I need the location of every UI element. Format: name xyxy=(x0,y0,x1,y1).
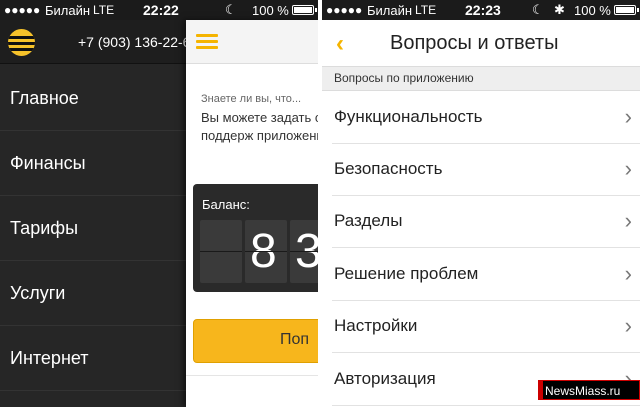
bluetooth-icon: ✱ xyxy=(554,2,565,17)
faq-item-label: Настройки xyxy=(334,316,418,335)
carrier-label: Билайн xyxy=(367,3,413,18)
faq-item-label: Безопасность xyxy=(334,159,443,178)
sidebar-item-main[interactable]: Главное xyxy=(0,66,186,131)
faq-item-label: Авторизация xyxy=(334,369,436,388)
sidebar: +7 (903) 136-22-6 Главное Финансы Тарифы… xyxy=(0,20,318,407)
main-content-panel: Знаете ли вы, что... Вы можете задать сл… xyxy=(186,20,318,407)
network-label: LTE xyxy=(93,3,115,17)
right-screen: ●●●●● Билайн LTE 22:23 ☾ ✱ 100 % ‹ Вопро… xyxy=(322,0,640,407)
sidebar-item-tariffs[interactable]: Тарифы xyxy=(0,196,186,261)
carrier-label: Билайн xyxy=(45,3,91,18)
watermark: NewsMiass.ru xyxy=(538,380,640,400)
balance-digit xyxy=(200,220,242,283)
moon-icon: ☾ xyxy=(532,2,544,17)
beeline-logo-icon xyxy=(8,29,35,56)
faq-item-sections[interactable]: Разделы › xyxy=(322,196,640,248)
back-chevron-icon[interactable]: ‹ xyxy=(336,30,344,58)
moon-icon: ☾ xyxy=(225,2,237,17)
section-header-label: Вопросы по приложению xyxy=(334,71,474,85)
balance-digit: 8 xyxy=(245,220,287,283)
top-up-button-label: Поп xyxy=(280,331,310,348)
section-header: Вопросы по приложению xyxy=(322,66,640,91)
watermark-label: NewsMiass.ru xyxy=(545,384,621,398)
sidebar-item-finance[interactable]: Финансы xyxy=(0,131,186,196)
balance-card[interactable]: Баланс: 8 3 xyxy=(193,184,318,292)
sidebar-item-services[interactable]: Услуги xyxy=(0,261,186,326)
battery-icon xyxy=(614,5,639,15)
hint-title: Знаете ли вы, что... xyxy=(201,93,302,105)
status-bar: ●●●●● Билайн LTE 22:22 ☾ 100 % xyxy=(0,0,318,20)
left-screen: ●●●●● Билайн LTE 22:22 ☾ 100 % +7 (903) … xyxy=(0,0,318,407)
battery-label: 100 % xyxy=(252,3,289,18)
faq-item-troubleshooting[interactable]: Решение проблем › xyxy=(322,249,640,301)
network-label: LTE xyxy=(415,3,437,17)
sidebar-item-label: Финансы xyxy=(10,153,86,173)
sidebar-item-label: Главное xyxy=(10,88,79,108)
status-time: 22:23 xyxy=(465,2,501,18)
phone-number: +7 (903) 136-22-6 xyxy=(78,34,191,50)
chevron-right-icon: › xyxy=(624,208,632,233)
faq-item-label: Разделы xyxy=(334,211,403,230)
status-bar: ●●●●● Билайн LTE 22:23 ☾ ✱ 100 % xyxy=(322,0,640,20)
signal-icon: ●●●●● xyxy=(4,3,41,17)
faq-item-settings[interactable]: Настройки › xyxy=(322,301,640,353)
faq-item-label: Решение проблем xyxy=(334,264,479,283)
faq-item-label: Функциональность xyxy=(334,107,483,126)
sidebar-item-label: Услуги xyxy=(10,283,66,303)
sidebar-item-internet[interactable]: Интернет xyxy=(0,326,186,391)
chevron-right-icon: › xyxy=(624,156,632,181)
battery-label: 100 % xyxy=(574,3,611,18)
balance-digit: 3 xyxy=(290,220,318,283)
page-title: Вопросы и ответы xyxy=(390,32,559,54)
faq-item-security[interactable]: Безопасность › xyxy=(322,144,640,196)
sidebar-item-label: Интернет xyxy=(10,348,89,368)
status-time: 22:22 xyxy=(143,2,179,18)
chevron-right-icon: › xyxy=(624,104,632,129)
signal-icon: ●●●●● xyxy=(326,3,363,17)
divider xyxy=(186,375,318,376)
hamburger-menu-icon[interactable] xyxy=(196,34,218,50)
top-up-button[interactable]: Поп xyxy=(193,319,318,363)
balance-label: Баланс: xyxy=(202,197,250,212)
hint-text: Вы можете задать службу поддерж приложен… xyxy=(201,110,318,143)
battery-icon xyxy=(292,5,317,15)
navigation-bar: ‹ Вопросы и ответы xyxy=(322,20,640,66)
faq-item-functionality[interactable]: Функциональность › xyxy=(322,92,640,144)
chevron-right-icon: › xyxy=(624,261,632,286)
content-header xyxy=(186,20,318,64)
sidebar-item-label: Тарифы xyxy=(10,218,79,238)
chevron-right-icon: › xyxy=(624,313,632,338)
